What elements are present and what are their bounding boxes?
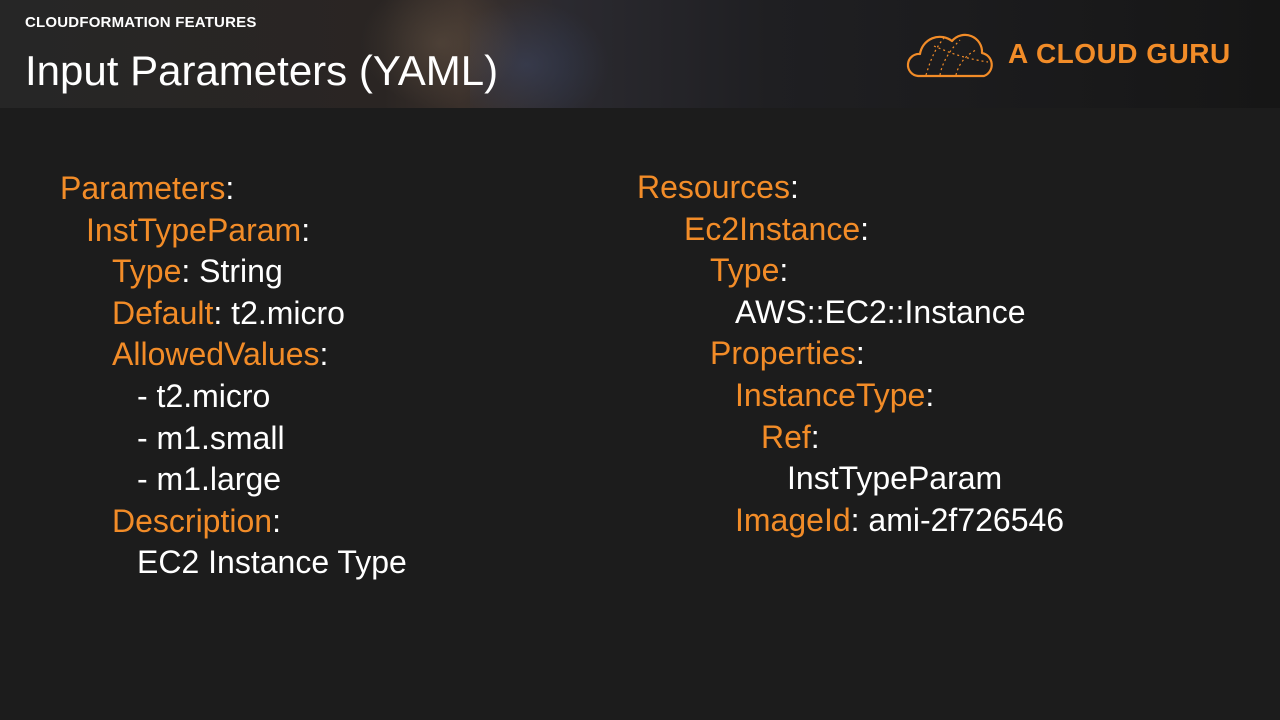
code-line: Parameters: [60,170,235,206]
yaml-key: Type [710,252,780,289]
code-line: Ref: [761,418,820,455]
code-line: Resources: [637,169,799,205]
slide-title: Input Parameters (YAML) [25,47,499,94]
brand-name: A CLOUD GURU [1008,38,1231,69]
yaml-key: Type [112,253,182,290]
code-line: Properties: [710,335,865,372]
code-line: InstanceType: [735,376,935,413]
yaml-key: Default [112,294,214,331]
yaml-value: ami-2f726546 [868,501,1065,538]
section-eyebrow: CLOUDFORMATION FEATURES [25,14,257,31]
brand-logo: A CLOUD GURU [904,26,1231,82]
yaml-key: Resources [637,169,790,205]
list-item: - m1.small [137,419,285,456]
yaml-value: EC2 Instance Type [137,544,407,581]
code-line: Description: [112,502,281,539]
yaml-key: Properties [710,335,856,372]
cloud-icon [906,33,993,78]
code-line: InstTypeParam [637,458,1064,500]
yaml-key: InstanceType [735,376,926,413]
list-item: - t2.micro [137,377,271,414]
yaml-value: InstTypeParam [787,460,1003,497]
code-line: AWS::EC2::Instance [637,292,1064,334]
parameters-code-block: Parameters: InstTypeParam: Type: String … [60,168,407,584]
yaml-key: AllowedValues [112,336,320,373]
code-line: Ec2Instance: [684,210,869,247]
code-line: Type: String [112,253,283,290]
yaml-value: String [199,253,283,290]
yaml-key: Description [112,502,273,539]
list-item: - m1.large [137,461,282,498]
code-line: Type: [710,252,789,289]
yaml-key: ImageId [735,501,851,538]
code-line: InstTypeParam: [86,211,311,248]
code-line: ImageId: ami-2f726546 [735,501,1065,538]
yaml-key: Ref [761,418,811,455]
yaml-key: Ec2Instance [684,210,861,247]
resources-code-block: Resources: Ec2Instance: Type: AWS::EC2::… [637,167,1064,541]
yaml-value: AWS::EC2::Instance [735,293,1026,330]
yaml-key: InstTypeParam [86,211,302,248]
code-line: Default: t2.micro [112,294,345,331]
code-line: EC2 Instance Type [60,542,407,584]
yaml-value: t2.micro [231,294,345,331]
yaml-key: Parameters [60,170,226,206]
code-line: AllowedValues: [112,336,329,373]
